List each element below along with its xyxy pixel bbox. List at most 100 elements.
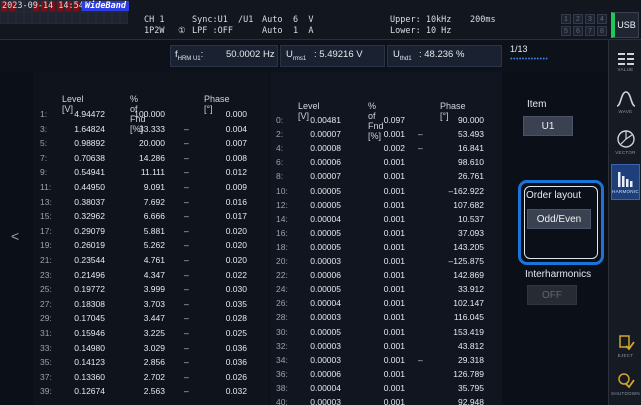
phase-value: 143.205	[453, 241, 484, 252]
phase-value: 37.093	[458, 227, 484, 238]
channel-indicator: 1	[561, 14, 571, 24]
channel-indicator: 5	[561, 26, 571, 36]
wave-icon	[616, 91, 635, 107]
level-value: 0.00004	[310, 298, 341, 309]
phase-value: 153.419	[453, 326, 484, 337]
level-value: 0.00004	[310, 213, 341, 224]
phase-value: 26.761	[458, 171, 484, 182]
fharm-value: 50.0002 Hz	[226, 49, 275, 60]
eject-button[interactable]: EJECT	[611, 328, 640, 364]
item-label: Item	[527, 99, 547, 110]
eject-icon	[618, 335, 635, 351]
order-layout-button[interactable]: Odd/Even	[527, 209, 591, 229]
channel-indicator: 4	[597, 14, 607, 24]
channel-indicator: 2	[573, 14, 583, 24]
voltage-range: 6 V	[293, 15, 314, 25]
page-dots: •••••••••••••	[510, 56, 549, 63]
level-value: 0.00006	[310, 157, 341, 168]
harmonic-order: 8:	[276, 171, 284, 182]
phase-value: 10.537	[458, 213, 484, 224]
wave-label: WAVE	[618, 109, 633, 114]
phase-value: 98.610	[458, 157, 484, 168]
pct-fnd-value: 0.001	[383, 185, 405, 196]
prev-page-arrow[interactable]: <	[11, 228, 19, 244]
harmonic-order: 20:	[276, 256, 288, 266]
harmonic-order: 0:	[276, 115, 284, 125]
sync-source: Sync:U1 /U1	[192, 15, 254, 25]
function-icon-bar: VALUE WAVE VECTOR HARMONIC EJECT SHUTDOW…	[608, 40, 641, 405]
channel-indicator: 7	[585, 26, 595, 36]
harmonic-order: 22:	[276, 270, 288, 281]
pct-fnd-value: 0.001	[383, 256, 405, 266]
urms-label: Urms1	[286, 49, 307, 62]
level-value: 0.00005	[310, 326, 341, 337]
harmonic-icon	[617, 172, 632, 187]
shutdown-button[interactable]: SHUTDOWN	[611, 366, 640, 402]
level-value: 0.00003	[310, 312, 341, 323]
harmonic-order: 38:	[276, 382, 288, 393]
phase-value: 53.493	[458, 129, 484, 140]
channel-indicators: 1 2 3 4 5 6 7 8	[561, 14, 607, 36]
data-period: 200ms	[470, 15, 496, 25]
lpf-status: LPF :OFF	[192, 26, 233, 36]
harmonic-order: 36:	[276, 368, 288, 379]
pct-fnd-value: 0.001	[383, 129, 405, 140]
range-mode-u: Auto	[262, 15, 283, 25]
wideband-badge: WideBand	[82, 1, 129, 11]
phase-value: 35.795	[458, 382, 484, 393]
usb-indicator[interactable]: USB	[611, 12, 639, 38]
urms-value: : 5.49216 V	[314, 49, 363, 60]
uthd-label: Uthd1	[393, 49, 412, 62]
phase-value: 92.948	[458, 397, 484, 405]
level-value: 0.00005	[310, 241, 341, 252]
phase-value: 43.812	[458, 340, 484, 351]
value-label: VALUE	[617, 67, 634, 72]
wave-button[interactable]: WAVE	[611, 84, 640, 120]
item-select-button[interactable]: U1	[523, 116, 573, 136]
level-value: 0.00004	[310, 382, 341, 393]
vector-label: VECTOR	[615, 150, 636, 155]
shutdown-label: SHUTDOWN	[611, 391, 640, 396]
vector-button[interactable]: VECTOR	[611, 124, 640, 160]
phase-value: 90.000	[458, 115, 484, 125]
value-button[interactable]: VALUE	[611, 44, 640, 80]
level-value: 0.00006	[310, 270, 341, 281]
phase-value: 102.147	[453, 298, 484, 309]
pct-fnd-value: 0.001	[383, 270, 405, 281]
channel-indicator: 6	[573, 26, 583, 36]
channel-indicator: 8	[597, 26, 607, 36]
level-value: 0.00008	[310, 143, 341, 154]
level-value: 0.00003	[310, 354, 341, 365]
level-value: 0.00005	[310, 284, 341, 295]
level-value: 0.00481	[310, 115, 341, 125]
current-range: 1 A	[293, 26, 314, 36]
interharmonics-button[interactable]: OFF	[527, 285, 577, 305]
harmonic-button[interactable]: HARMONIC	[611, 164, 640, 200]
fharm-label: fHRM U1:	[175, 49, 204, 62]
phase-value: 126.789	[453, 368, 484, 379]
wiring-label: 1P2W	[144, 26, 165, 36]
level-value: 0.00005	[310, 227, 341, 238]
upper-limit: Upper: 10kHz	[390, 15, 452, 25]
page-indicator: 1/13	[510, 44, 528, 54]
level-value: 0.00005	[310, 185, 341, 196]
level-value: 0.00003	[310, 256, 341, 266]
level-value: 0.00007	[310, 129, 341, 140]
harmonic-order: 10:	[276, 185, 288, 196]
channel-indicator: 3	[585, 14, 595, 24]
range-mode-i: Auto	[262, 26, 283, 36]
interharmonics-label: Interharmonics	[525, 269, 592, 280]
pct-fnd-value: 0.001	[383, 312, 405, 323]
phase-value: 29.318	[458, 354, 484, 365]
pct-fnd-value: 0.001	[383, 340, 405, 351]
uthd-value: : 48.236 %	[419, 49, 465, 60]
pct-fnd-value: 0.002	[383, 143, 405, 154]
pct-fnd-value: 0.097	[383, 115, 405, 125]
harmonic-order: 32:	[276, 340, 288, 351]
phase-value: 33.912	[458, 284, 484, 295]
harmonic-order: 4:	[276, 143, 284, 154]
pct-fnd-value: 0.001	[383, 382, 405, 393]
phase-value: 107.682	[453, 199, 484, 210]
harmonic-order: 40:	[276, 397, 288, 405]
pct-fnd-value: 0.001	[383, 354, 405, 365]
